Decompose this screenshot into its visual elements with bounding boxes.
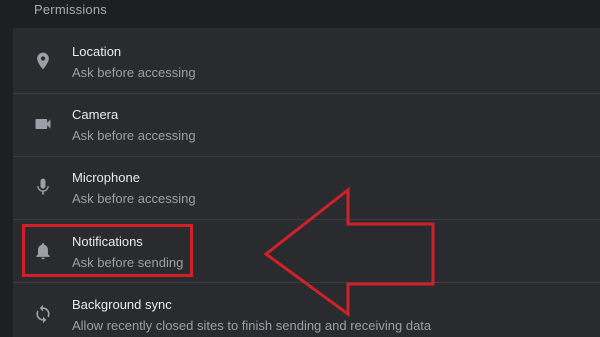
permission-subtitle: Ask before accessing bbox=[72, 191, 196, 206]
permission-title: Notifications bbox=[72, 234, 143, 249]
permission-title: Background sync bbox=[72, 297, 172, 312]
permission-item-microphone[interactable]: Microphone Ask before accessing bbox=[13, 156, 600, 219]
permission-item-camera[interactable]: Camera Ask before accessing bbox=[13, 93, 600, 156]
permission-title: Camera bbox=[72, 107, 119, 122]
permission-subtitle: Ask before accessing bbox=[72, 65, 196, 80]
permission-title: Location bbox=[72, 44, 122, 59]
permission-item-location[interactable]: Location Ask before accessing bbox=[13, 30, 600, 93]
location-pin-icon bbox=[33, 51, 53, 71]
permissions-section-title: Permissions bbox=[34, 2, 107, 17]
permission-subtitle: Ask before sending bbox=[72, 255, 184, 270]
microphone-icon bbox=[33, 177, 53, 197]
permission-item-background-sync[interactable]: Background sync Allow recently closed si… bbox=[13, 283, 600, 337]
permission-subtitle: Ask before accessing bbox=[72, 128, 196, 143]
sync-icon bbox=[33, 304, 53, 324]
camera-icon bbox=[33, 114, 53, 134]
permission-subtitle: Allow recently closed sites to finish se… bbox=[72, 318, 432, 333]
settings-page: Permissions Location Ask before accessin… bbox=[0, 0, 600, 337]
permission-item-notifications[interactable]: Notifications Ask before sending bbox=[13, 220, 600, 283]
bell-icon bbox=[33, 241, 53, 261]
permission-title: Microphone bbox=[72, 170, 140, 185]
